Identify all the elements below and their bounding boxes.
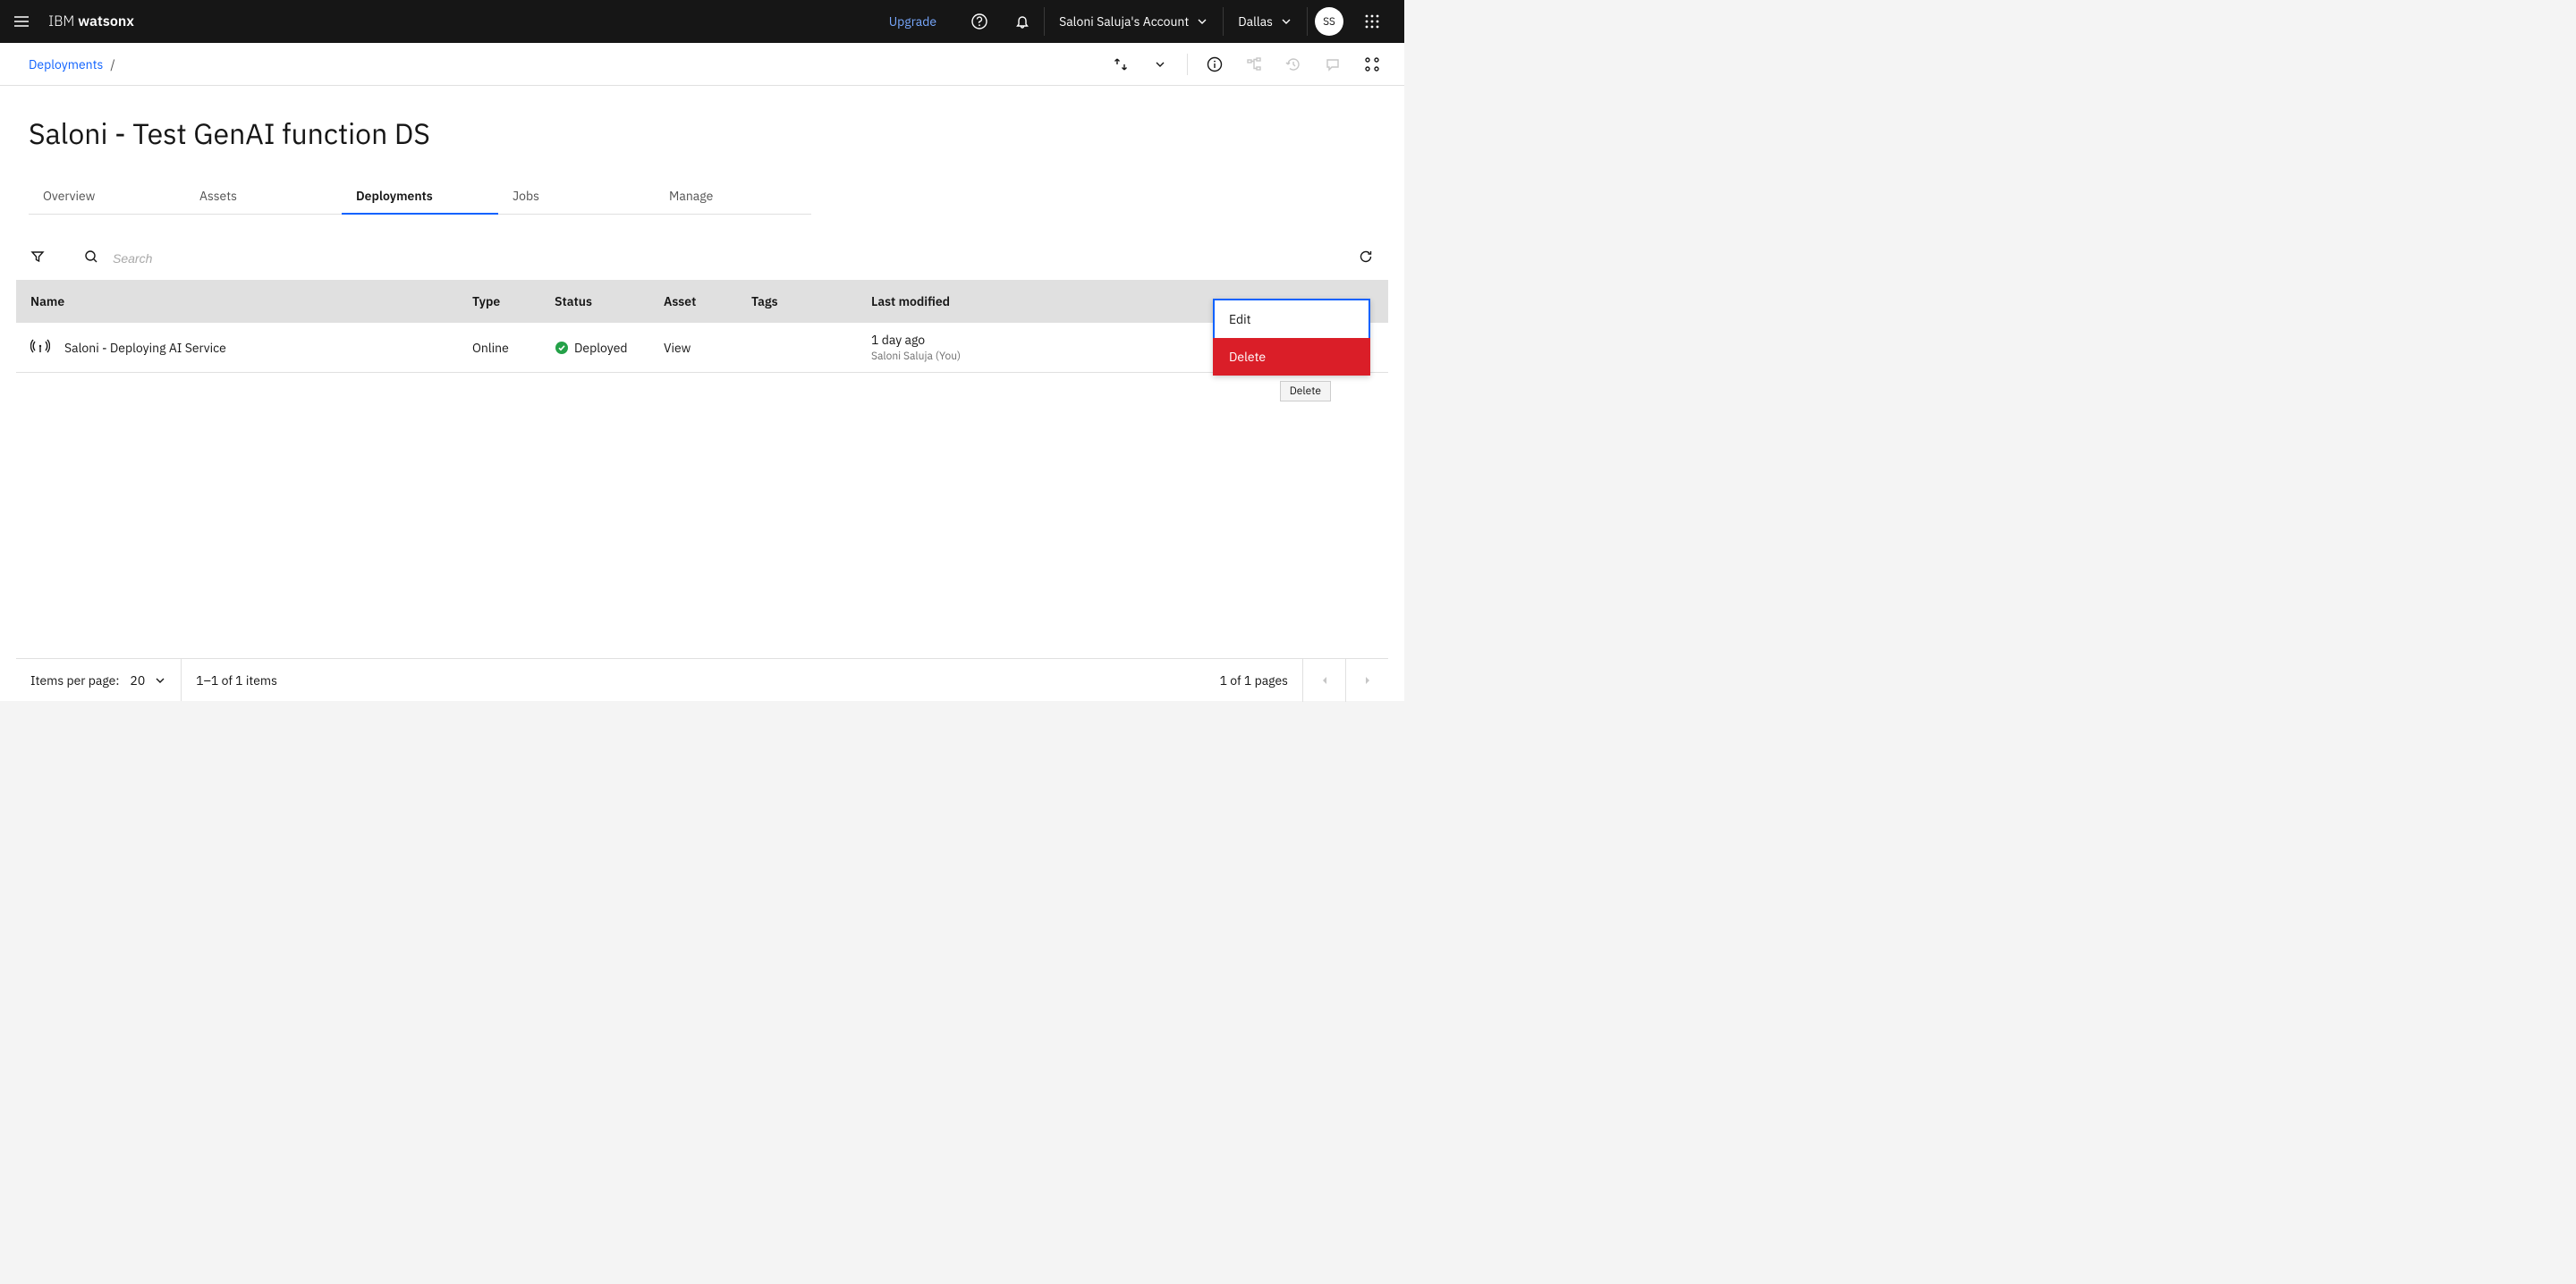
deployment-asset-cell[interactable]: View xyxy=(664,340,751,356)
sub-header: Deployments / xyxy=(0,43,1404,86)
filter-button[interactable] xyxy=(30,249,45,267)
row-context-menu: Edit Delete xyxy=(1213,299,1370,376)
deployment-type-cell: Online xyxy=(472,340,555,356)
column-header-status[interactable]: Status xyxy=(555,293,664,309)
tooltip-delete: Delete xyxy=(1280,381,1331,401)
brand-prefix: IBM xyxy=(48,13,78,30)
breadcrumb-link-deployments[interactable]: Deployments xyxy=(29,56,103,72)
brand-name: watsonx xyxy=(78,13,134,30)
info-button[interactable] xyxy=(1197,46,1233,82)
deployment-status-cell: Deployed xyxy=(555,340,664,356)
filter-icon xyxy=(30,249,45,264)
tab-jobs[interactable]: Jobs xyxy=(498,177,655,215)
status-success-icon xyxy=(555,341,569,355)
history-button xyxy=(1275,46,1311,82)
caret-right-icon xyxy=(1361,674,1374,687)
context-menu-edit[interactable]: Edit xyxy=(1215,300,1368,338)
pagination-pages-text: 1 of 1 pages xyxy=(1206,672,1302,688)
help-icon xyxy=(970,13,988,30)
broadcast-icon xyxy=(30,336,50,356)
caret-left-icon xyxy=(1318,674,1331,687)
items-per-page-label: Items per page: xyxy=(30,672,119,688)
refresh-button[interactable] xyxy=(1358,249,1374,268)
search-input[interactable] xyxy=(113,251,1343,266)
refresh-icon xyxy=(1358,249,1374,265)
pagination-range-text: 1–1 of 1 items xyxy=(182,672,292,688)
items-per-page-value: 20 xyxy=(130,672,145,688)
deployment-status-text: Deployed xyxy=(574,340,628,356)
tab-manage[interactable]: Manage xyxy=(655,177,811,215)
tab-deployments[interactable]: Deployments xyxy=(342,177,498,215)
chevron-down-icon xyxy=(154,674,166,687)
pagination-prev-button[interactable] xyxy=(1302,659,1345,702)
deployment-name: Saloni - Deploying AI Service xyxy=(64,340,226,356)
import-export-icon xyxy=(1113,56,1129,72)
breadcrumb-separator: / xyxy=(110,56,114,72)
column-header-type[interactable]: Type xyxy=(472,293,555,309)
search-icon xyxy=(84,249,98,264)
tab-overview[interactable]: Overview xyxy=(29,177,185,215)
search-button[interactable] xyxy=(84,249,98,267)
info-icon xyxy=(1207,56,1223,72)
comment-button xyxy=(1315,46,1351,82)
apps-grid-icon xyxy=(1364,13,1380,30)
chevron-down-icon xyxy=(1154,58,1166,71)
related-button[interactable] xyxy=(1354,46,1390,82)
table-row[interactable]: Saloni - Deploying AI Service Online Dep… xyxy=(16,323,1388,373)
import-export-button[interactable] xyxy=(1103,46,1139,82)
column-header-asset[interactable]: Asset xyxy=(664,293,751,309)
page-title: Saloni - Test GenAI function DS xyxy=(29,114,1376,152)
product-brand[interactable]: IBM watsonx xyxy=(48,13,134,30)
flow-button xyxy=(1236,46,1272,82)
notifications-button[interactable] xyxy=(1001,0,1044,43)
account-name: Saloni Saluja's Account xyxy=(1059,13,1189,30)
page-content: Saloni - Test GenAI function DS Overview… xyxy=(0,86,1404,215)
table-header-row: Name Type Status Asset Tags Last modifie… xyxy=(16,280,1388,323)
bell-icon xyxy=(1013,13,1031,30)
chevron-down-icon xyxy=(1280,15,1292,28)
region-name: Dallas xyxy=(1238,13,1273,30)
tab-assets[interactable]: Assets xyxy=(185,177,342,215)
history-icon xyxy=(1285,56,1301,72)
chevron-down-icon xyxy=(1196,15,1208,28)
table-toolbar xyxy=(16,237,1388,280)
flow-icon xyxy=(1246,56,1262,72)
help-button[interactable] xyxy=(958,0,1001,43)
deployment-type-icon xyxy=(30,336,50,359)
nodes-icon xyxy=(1364,56,1380,72)
app-switcher[interactable] xyxy=(1351,0,1394,43)
items-per-page-select[interactable]: 20 xyxy=(130,672,166,688)
context-menu-delete[interactable]: Delete xyxy=(1213,338,1370,376)
table-pagination: Items per page: 20 1–1 of 1 items 1 of 1… xyxy=(16,658,1388,701)
breadcrumb: Deployments / xyxy=(29,56,115,72)
global-header: IBM watsonx Upgrade Saloni Saluja's Acco… xyxy=(0,0,1404,43)
upgrade-link[interactable]: Upgrade xyxy=(889,13,936,30)
pagination-next-button[interactable] xyxy=(1345,659,1388,702)
column-header-name[interactable]: Name xyxy=(16,293,472,309)
avatar[interactable]: SS xyxy=(1315,7,1343,36)
account-switcher[interactable]: Saloni Saluja's Account xyxy=(1045,0,1223,43)
tab-list: Overview Assets Deployments Jobs Manage xyxy=(29,177,1376,215)
menu-button[interactable] xyxy=(0,0,43,43)
region-switcher[interactable]: Dallas xyxy=(1224,0,1307,43)
comment-icon xyxy=(1325,56,1341,72)
deployments-table: Name Type Status Asset Tags Last modifie… xyxy=(16,237,1388,373)
hamburger-icon xyxy=(13,13,30,30)
import-export-dropdown[interactable] xyxy=(1142,46,1178,82)
column-header-tags[interactable]: Tags xyxy=(751,293,855,309)
